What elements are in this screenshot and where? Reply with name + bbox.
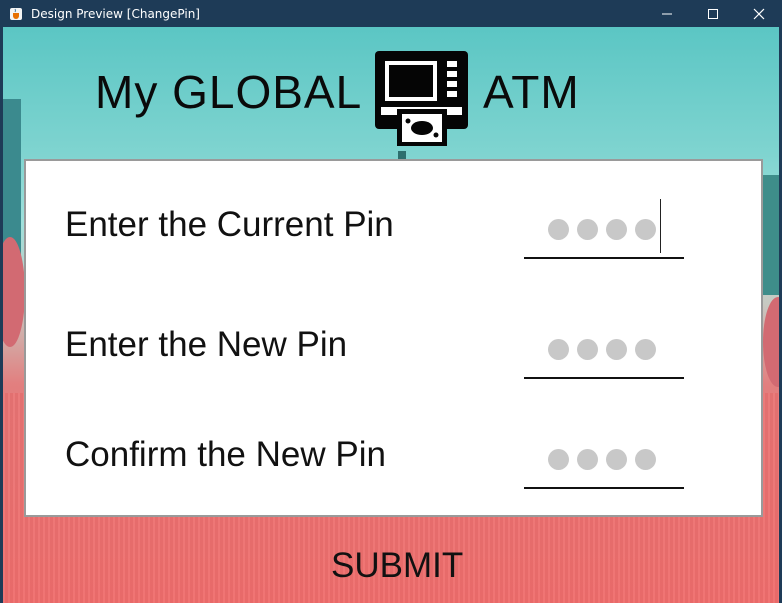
pin-dot [548, 449, 569, 470]
submit-button[interactable]: SUBMIT [331, 546, 463, 586]
pin-dot [577, 339, 598, 360]
pin-dot [635, 449, 656, 470]
window-title: Design Preview [ChangePin] [31, 6, 200, 21]
pin-dot [606, 219, 627, 240]
java-cup-icon [8, 6, 24, 22]
building-right [761, 175, 779, 295]
pin-dot [577, 219, 598, 240]
tree-left [3, 237, 25, 347]
pin-dot [635, 219, 656, 240]
tree-right [763, 297, 779, 387]
maximize-button[interactable] [690, 0, 736, 27]
new-pin-input[interactable] [524, 313, 684, 379]
minimize-icon [662, 13, 672, 14]
brand-text-right: ATM [483, 66, 580, 118]
brand-text-left: My GLOBAL [95, 66, 363, 118]
title-bar: Design Preview [ChangePin] [0, 0, 782, 27]
current-pin-input[interactable] [524, 193, 684, 259]
pin-dot [606, 449, 627, 470]
text-caret [660, 199, 661, 253]
close-button[interactable] [736, 0, 782, 27]
pin-mask [548, 219, 656, 240]
minimize-button[interactable] [644, 0, 690, 27]
pin-dot [548, 219, 569, 240]
pin-dot [635, 339, 656, 360]
pin-dot [548, 339, 569, 360]
close-icon [753, 8, 765, 19]
confirm-pin-label: Confirm the New Pin [65, 435, 386, 474]
pin-mask [548, 449, 656, 470]
maximize-icon [708, 8, 718, 19]
pin-dot [606, 339, 627, 360]
pin-mask [548, 339, 656, 360]
background-scene: My GLOBAL ATM Enter the Current Pin Ente… [3, 27, 779, 603]
brand-header: My GLOBAL ATM [3, 27, 779, 157]
current-pin-label: Enter the Current Pin [65, 205, 394, 244]
change-pin-form: Enter the Current Pin Enter the New Pin … [24, 159, 763, 517]
pin-dot [577, 449, 598, 470]
atm-machine-icon [375, 51, 468, 146]
new-pin-label: Enter the New Pin [65, 325, 348, 364]
confirm-pin-input[interactable] [524, 423, 684, 489]
